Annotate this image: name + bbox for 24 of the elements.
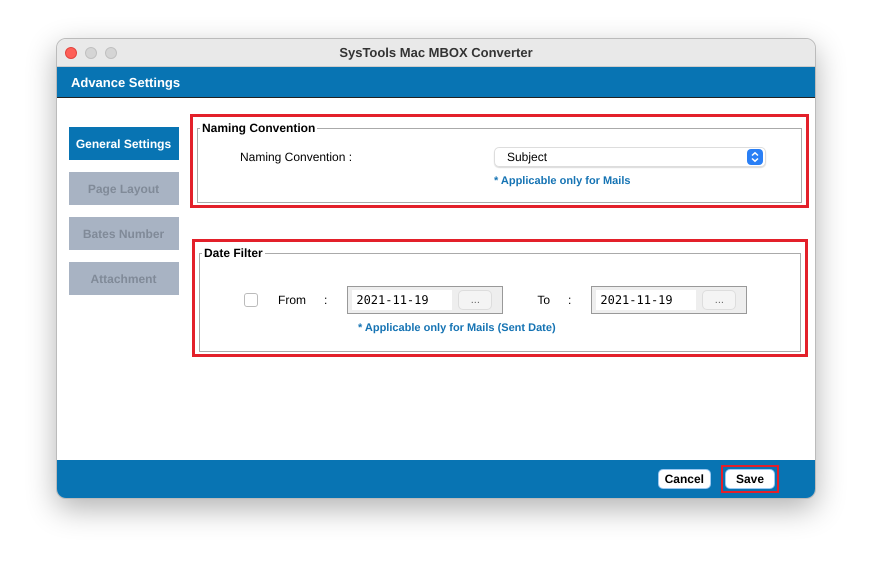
note-text: * Applicable only for Mails [494,175,632,187]
footer-button[interactable]: Cancel [658,469,711,489]
date-input[interactable]: 2021-11-19 [352,290,452,310]
zoom-icon[interactable] [105,46,117,58]
date-input[interactable]: 2021-11-19 [596,290,696,310]
close-icon[interactable] [65,46,77,58]
colon-text: : [568,293,572,307]
colon-text: : [324,293,328,307]
field-label: From [278,293,306,307]
browse-button[interactable]: ... [458,290,492,310]
field-label: Naming Convention : [240,150,354,164]
minimize-icon[interactable] [85,46,97,58]
group-legend: Naming Convention [200,121,318,135]
note-text: * Applicable only for Mails (Sent Date) [358,322,557,334]
naming-dropdown[interactable]: Subject [494,147,766,167]
group-legend: Date Filter [202,246,265,260]
field-label: To [537,293,550,307]
browse-button[interactable]: ... [702,290,736,310]
footer-button[interactable]: Save [725,469,775,489]
window-title: SysTools Mac MBOX Converter [339,45,533,60]
header-title: Advance Settings [71,74,180,90]
sidebar-item[interactable]: General Settings [68,127,178,160]
stepper-icon [747,149,763,165]
checkbox[interactable] [244,293,258,307]
